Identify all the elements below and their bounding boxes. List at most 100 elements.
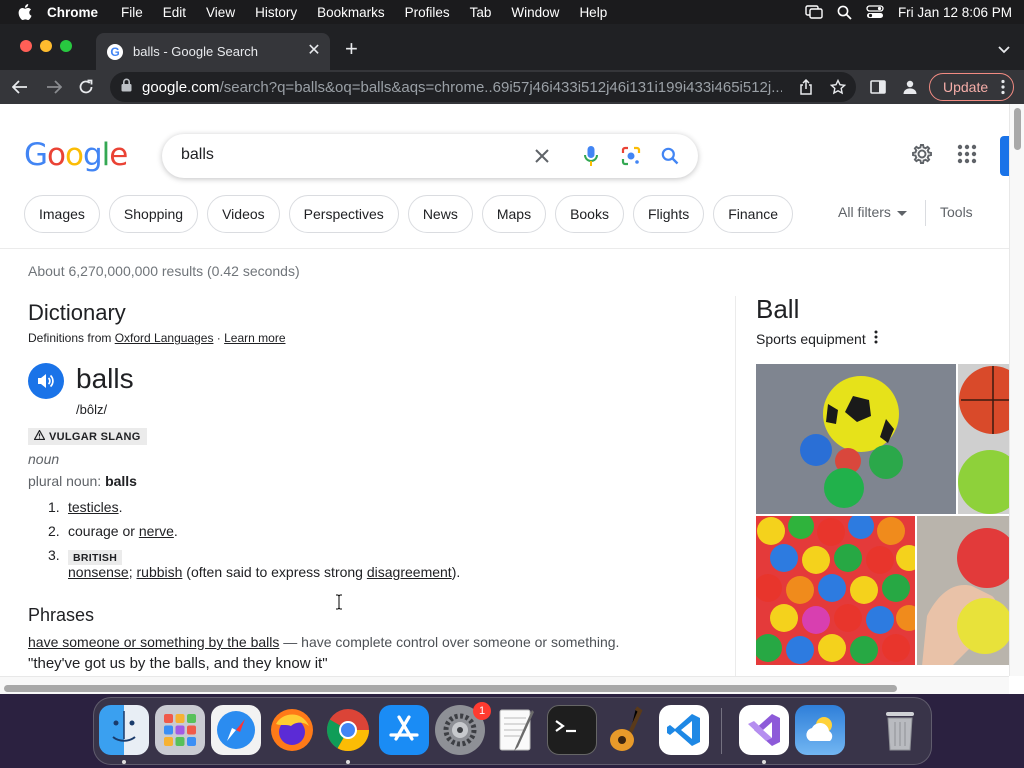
search-input[interactable]: balls — [181, 146, 214, 164]
launchpad-icon[interactable] — [155, 705, 205, 755]
chip-images[interactable]: Images — [24, 195, 100, 233]
finder-icon[interactable] — [99, 705, 149, 755]
chip-perspectives[interactable]: Perspectives — [288, 195, 399, 233]
profile-icon[interactable] — [900, 77, 920, 97]
phrase-link[interactable]: have someone or something by the balls — [28, 634, 279, 650]
all-filters-button[interactable]: All filters — [838, 204, 907, 220]
oxford-languages-link[interactable]: Oxford Languages — [115, 331, 214, 345]
screen-mirroring-icon[interactable] — [805, 5, 823, 19]
definition-3: nonsense; rubbish (often said to express… — [68, 564, 460, 580]
lens-search-icon[interactable] — [620, 145, 642, 167]
control-center-icon[interactable] — [866, 5, 884, 19]
chip-news[interactable]: News — [407, 195, 473, 233]
trash-icon[interactable] — [875, 705, 925, 755]
testicles-link[interactable]: testicles — [68, 499, 119, 515]
address-bar[interactable]: google.com/search?q=balls&oq=balls&aqs=c… — [110, 72, 856, 102]
tools-button[interactable]: Tools — [940, 204, 973, 220]
sign-in-button[interactable] — [1000, 136, 1009, 176]
url-host: google.com — [142, 78, 220, 96]
tab-active[interactable]: G balls - Google Search ✕ — [96, 33, 330, 70]
menu-window[interactable]: Window — [511, 5, 559, 20]
menu-view[interactable]: View — [206, 5, 235, 20]
pronunciation-speaker-icon[interactable] — [28, 363, 64, 399]
bookmark-star-icon[interactable] — [828, 77, 848, 97]
definition-tail: . — [118, 499, 123, 515]
menu-profiles[interactable]: Profiles — [405, 5, 450, 20]
menu-bookmarks[interactable]: Bookmarks — [317, 5, 385, 20]
menubar-clock[interactable]: Fri Jan 12 8:06 PM — [898, 5, 1012, 20]
chip-shopping[interactable]: Shopping — [108, 195, 199, 233]
dictionary-word: balls — [76, 363, 134, 394]
ball-hand-image[interactable] — [917, 516, 1009, 665]
google-logo[interactable]: Google — [24, 137, 128, 173]
ball-image-2[interactable] — [958, 364, 1009, 514]
menu-edit[interactable]: Edit — [163, 5, 186, 20]
url-path: /search?q=balls&oq=balls&aqs=chrome..69i… — [219, 78, 782, 96]
weather-icon[interactable] — [795, 705, 845, 755]
nerve-link[interactable]: nerve — [139, 523, 174, 539]
update-label: Update — [943, 79, 989, 95]
vertical-scrollbar[interactable] — [1009, 104, 1024, 676]
chip-finance[interactable]: Finance — [713, 195, 794, 233]
tab-search-chevron-icon[interactable] — [998, 41, 1010, 59]
horizontal-scrollbar[interactable] — [0, 676, 1009, 694]
share-icon[interactable] — [796, 77, 816, 97]
menu-history[interactable]: History — [255, 5, 297, 20]
system-settings-icon[interactable]: 1 — [435, 702, 491, 755]
search-box[interactable]: balls — [162, 134, 698, 178]
firefox-icon[interactable] — [267, 705, 317, 755]
google-apps-icon[interactable] — [957, 144, 977, 169]
update-button[interactable]: Update — [929, 73, 1014, 101]
menu-chrome[interactable]: Chrome — [47, 5, 98, 20]
safari-icon[interactable] — [211, 705, 261, 755]
visual-studio-icon[interactable] — [739, 705, 789, 755]
new-tab-button[interactable]: + — [345, 38, 358, 60]
terminal-icon[interactable] — [547, 705, 597, 755]
forward-arrow-icon[interactable] — [44, 77, 64, 97]
ball-pit-image[interactable] — [756, 516, 915, 665]
nonsense-link[interactable]: nonsense — [68, 564, 129, 580]
plural-value: balls — [105, 473, 137, 489]
menu-help[interactable]: Help — [579, 5, 607, 20]
chip-videos[interactable]: Videos — [207, 195, 280, 233]
close-window-button[interactable] — [20, 40, 32, 52]
macos-menubar: Chrome File Edit View History Bookmarks … — [0, 0, 1024, 24]
garageband-icon[interactable] — [603, 705, 653, 755]
horizontal-scroll-thumb[interactable] — [4, 685, 897, 692]
side-panel-icon[interactable] — [868, 77, 888, 97]
voice-search-icon[interactable] — [580, 145, 602, 167]
ball-image-1[interactable] — [756, 364, 956, 514]
search-icon[interactable] — [659, 145, 681, 167]
kp-subtitle-text: Sports equipment — [756, 330, 866, 347]
filter-chips: Images Shopping Videos Perspectives News… — [24, 195, 794, 233]
definition-number: 1. — [48, 499, 60, 515]
lock-icon[interactable] — [121, 78, 132, 97]
learn-more-link[interactable]: Learn more — [224, 331, 285, 345]
chrome-menu-icon[interactable] — [1001, 79, 1005, 98]
settings-gear-icon[interactable] — [910, 142, 934, 171]
more-options-icon[interactable] — [874, 330, 878, 347]
disagreement-link[interactable]: disagreement — [367, 564, 452, 580]
clear-search-icon[interactable] — [531, 145, 553, 167]
textedit-icon[interactable] — [491, 705, 541, 755]
vertical-scroll-thumb[interactable] — [1014, 108, 1021, 150]
tab-strip: G balls - Google Search ✕ + — [0, 24, 1024, 70]
spotlight-search-icon[interactable] — [837, 5, 852, 20]
apple-menu-icon[interactable] — [17, 3, 35, 21]
chip-books[interactable]: Books — [555, 195, 624, 233]
chip-maps[interactable]: Maps — [481, 195, 547, 233]
warning-icon — [33, 429, 46, 443]
british-label: BRITISH — [68, 550, 123, 565]
rubbish-link[interactable]: rubbish — [137, 564, 183, 580]
chrome-icon[interactable] — [323, 705, 373, 755]
vscode-icon[interactable] — [659, 705, 709, 755]
minimize-window-button[interactable] — [40, 40, 52, 52]
back-arrow-icon[interactable] — [10, 77, 30, 97]
zoom-window-button[interactable] — [60, 40, 72, 52]
menu-tab[interactable]: Tab — [470, 5, 492, 20]
app-store-icon[interactable] — [379, 705, 429, 755]
chip-flights[interactable]: Flights — [632, 195, 705, 233]
reload-icon[interactable] — [76, 77, 96, 97]
menu-file[interactable]: File — [121, 5, 143, 20]
tab-close-icon[interactable]: ✕ — [306, 43, 322, 59]
